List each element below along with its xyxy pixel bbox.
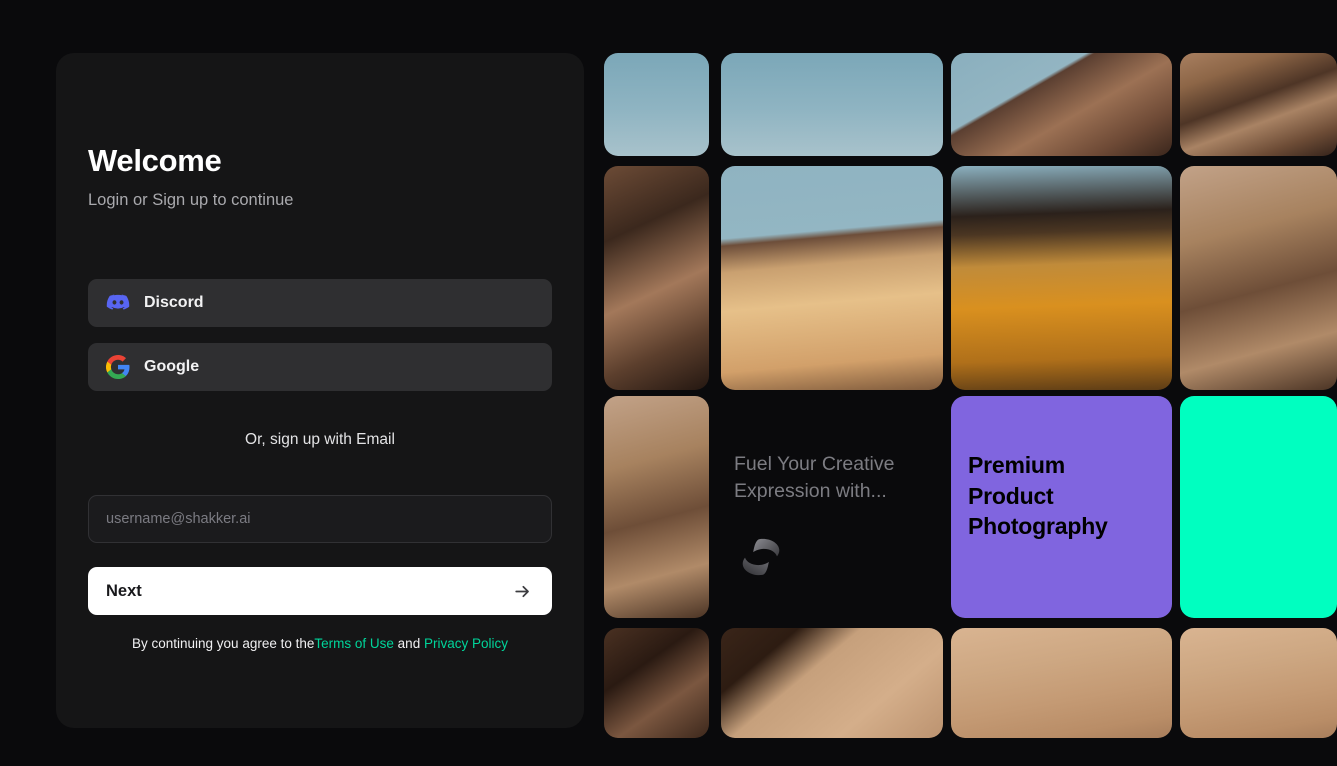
legal-conjunction: and <box>393 636 424 651</box>
promo-gallery: Fuel Your Creative Expression with... Pr… <box>604 0 1337 766</box>
promo-card-text: Premium Product Photography <box>968 450 1118 542</box>
tagline-line-1: Fuel Your Creative <box>734 453 895 475</box>
legal-text: By continuing you agree to theTerms of U… <box>88 636 552 651</box>
accent-tile <box>1180 396 1337 618</box>
gallery-tile <box>951 166 1172 390</box>
gallery-tile <box>604 396 709 618</box>
gallery-tile <box>1180 53 1337 156</box>
gallery-tile <box>721 628 943 738</box>
tagline-line-2: Expression with... <box>734 479 887 502</box>
gallery-tile <box>604 628 709 738</box>
page-title: Welcome <box>88 143 222 178</box>
google-icon <box>106 355 130 379</box>
discord-login-button[interactable]: Discord <box>88 279 552 327</box>
email-divider-label: Or, sign up with Email <box>245 431 395 448</box>
gallery-tile <box>951 53 1172 156</box>
gallery-tile <box>951 628 1172 738</box>
promo-line-2: Product <box>968 482 1054 509</box>
shakker-logo-icon <box>734 535 788 579</box>
gallery-tile <box>1180 628 1337 738</box>
next-button-label: Next <box>106 581 142 600</box>
gallery-tile <box>721 166 943 390</box>
terms-of-use-link[interactable]: Terms of Use <box>314 636 394 651</box>
gallery-tile <box>604 53 709 156</box>
next-button[interactable]: Next <box>88 567 552 615</box>
promo-line-1: Premium <box>968 452 1066 478</box>
login-page: Welcome Login or Sign up to continue Dis… <box>0 0 1337 766</box>
google-login-label: Google <box>144 358 200 375</box>
auth-panel: Welcome Login or Sign up to continue Dis… <box>56 53 584 728</box>
promo-line-3: Photography <box>968 513 1108 540</box>
gallery-tile <box>604 166 709 390</box>
page-subtitle: Login or Sign up to continue <box>88 191 294 209</box>
arrow-right-icon <box>513 582 532 601</box>
gallery-tile <box>1180 166 1337 390</box>
privacy-policy-link[interactable]: Privacy Policy <box>424 636 508 651</box>
google-login-button[interactable]: Google <box>88 343 552 391</box>
discord-icon <box>106 291 130 315</box>
gallery-tile <box>721 53 943 156</box>
promo-card-premium-photography[interactable]: Premium Product Photography <box>951 396 1172 618</box>
email-input[interactable] <box>88 495 552 543</box>
gallery-tagline: Fuel Your Creative Expression with... <box>734 451 949 579</box>
discord-login-label: Discord <box>144 294 204 311</box>
legal-prefix: By continuing you agree to the <box>132 636 315 651</box>
